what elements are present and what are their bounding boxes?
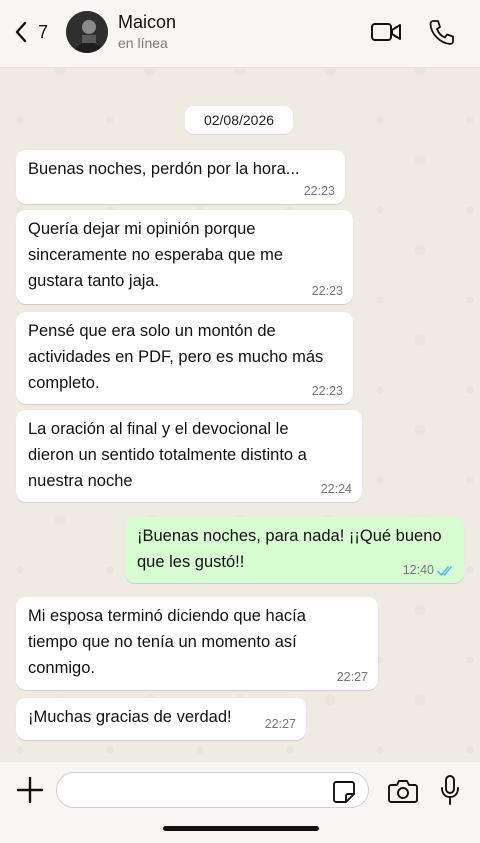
message-bubble-incoming[interactable]: ¡Muchas gracias de verdad! 22:27 bbox=[16, 698, 306, 740]
message-time: 22:24 bbox=[320, 482, 352, 496]
read-receipt-icon bbox=[437, 566, 452, 576]
back-button[interactable]: 7 bbox=[14, 20, 48, 44]
avatar-image bbox=[66, 11, 108, 53]
voice-message-button[interactable] bbox=[440, 774, 460, 806]
unread-count: 7 bbox=[38, 21, 49, 42]
microphone-icon bbox=[441, 775, 459, 805]
message-time: 12:40 bbox=[402, 563, 434, 577]
message-text: ¡Buenas noches, para nada! ¡¡Qué bueno q… bbox=[137, 527, 442, 571]
camera-button[interactable] bbox=[388, 778, 418, 804]
message-text: La oración al final y el devocional le d… bbox=[28, 420, 307, 490]
message-text: Buenas noches, perdón por la hora... bbox=[28, 160, 300, 178]
avatar[interactable] bbox=[66, 11, 108, 53]
attach-button[interactable] bbox=[16, 776, 44, 804]
home-indicator bbox=[163, 826, 319, 831]
video-call-button[interactable] bbox=[370, 20, 402, 44]
contact-status: en línea bbox=[118, 35, 168, 51]
message-bubble-incoming[interactable]: Pensé que era solo un montón de activida… bbox=[16, 312, 353, 404]
message-text: ¡Muchas gracias de verdad! bbox=[28, 708, 232, 726]
message-input[interactable] bbox=[56, 772, 369, 808]
voice-call-button[interactable] bbox=[428, 18, 454, 46]
message-time: 22:27 bbox=[336, 670, 368, 684]
message-text: Quería dejar mi opinión porque sincerame… bbox=[28, 220, 283, 290]
message-time: 22:23 bbox=[303, 184, 335, 198]
message-bubble-outgoing[interactable]: ¡Buenas noches, para nada! ¡¡Qué bueno q… bbox=[125, 517, 464, 583]
message-time: 22:27 bbox=[264, 717, 296, 731]
date-separator: 02/08/2026 bbox=[185, 106, 293, 134]
message-bubble-incoming[interactable]: La oración al final y el devocional le d… bbox=[16, 410, 362, 502]
message-text: Mi esposa terminó diciendo que hacía tie… bbox=[28, 607, 306, 677]
chevron-left-icon bbox=[15, 21, 27, 43]
phone-icon bbox=[429, 20, 454, 45]
message-bubble-incoming[interactable]: Mi esposa terminó diciendo que hacía tie… bbox=[16, 597, 378, 690]
sticker-button[interactable] bbox=[332, 780, 356, 804]
message-time: 22:23 bbox=[311, 284, 343, 298]
plus-icon bbox=[16, 776, 44, 804]
message-text: Pensé que era solo un montón de activida… bbox=[28, 322, 324, 392]
video-call-icon bbox=[371, 23, 401, 41]
contact-name[interactable]: Maicon bbox=[118, 12, 176, 33]
message-bubble-incoming[interactable]: Quería dejar mi opinión porque sincerame… bbox=[16, 210, 353, 304]
message-time: 22:23 bbox=[311, 384, 343, 398]
camera-icon bbox=[388, 780, 418, 803]
chat-header: 7 Maicon en línea bbox=[0, 0, 480, 68]
sticker-icon bbox=[333, 781, 355, 803]
message-bubble-incoming[interactable]: Buenas noches, perdón por la hora... 22:… bbox=[16, 150, 345, 204]
